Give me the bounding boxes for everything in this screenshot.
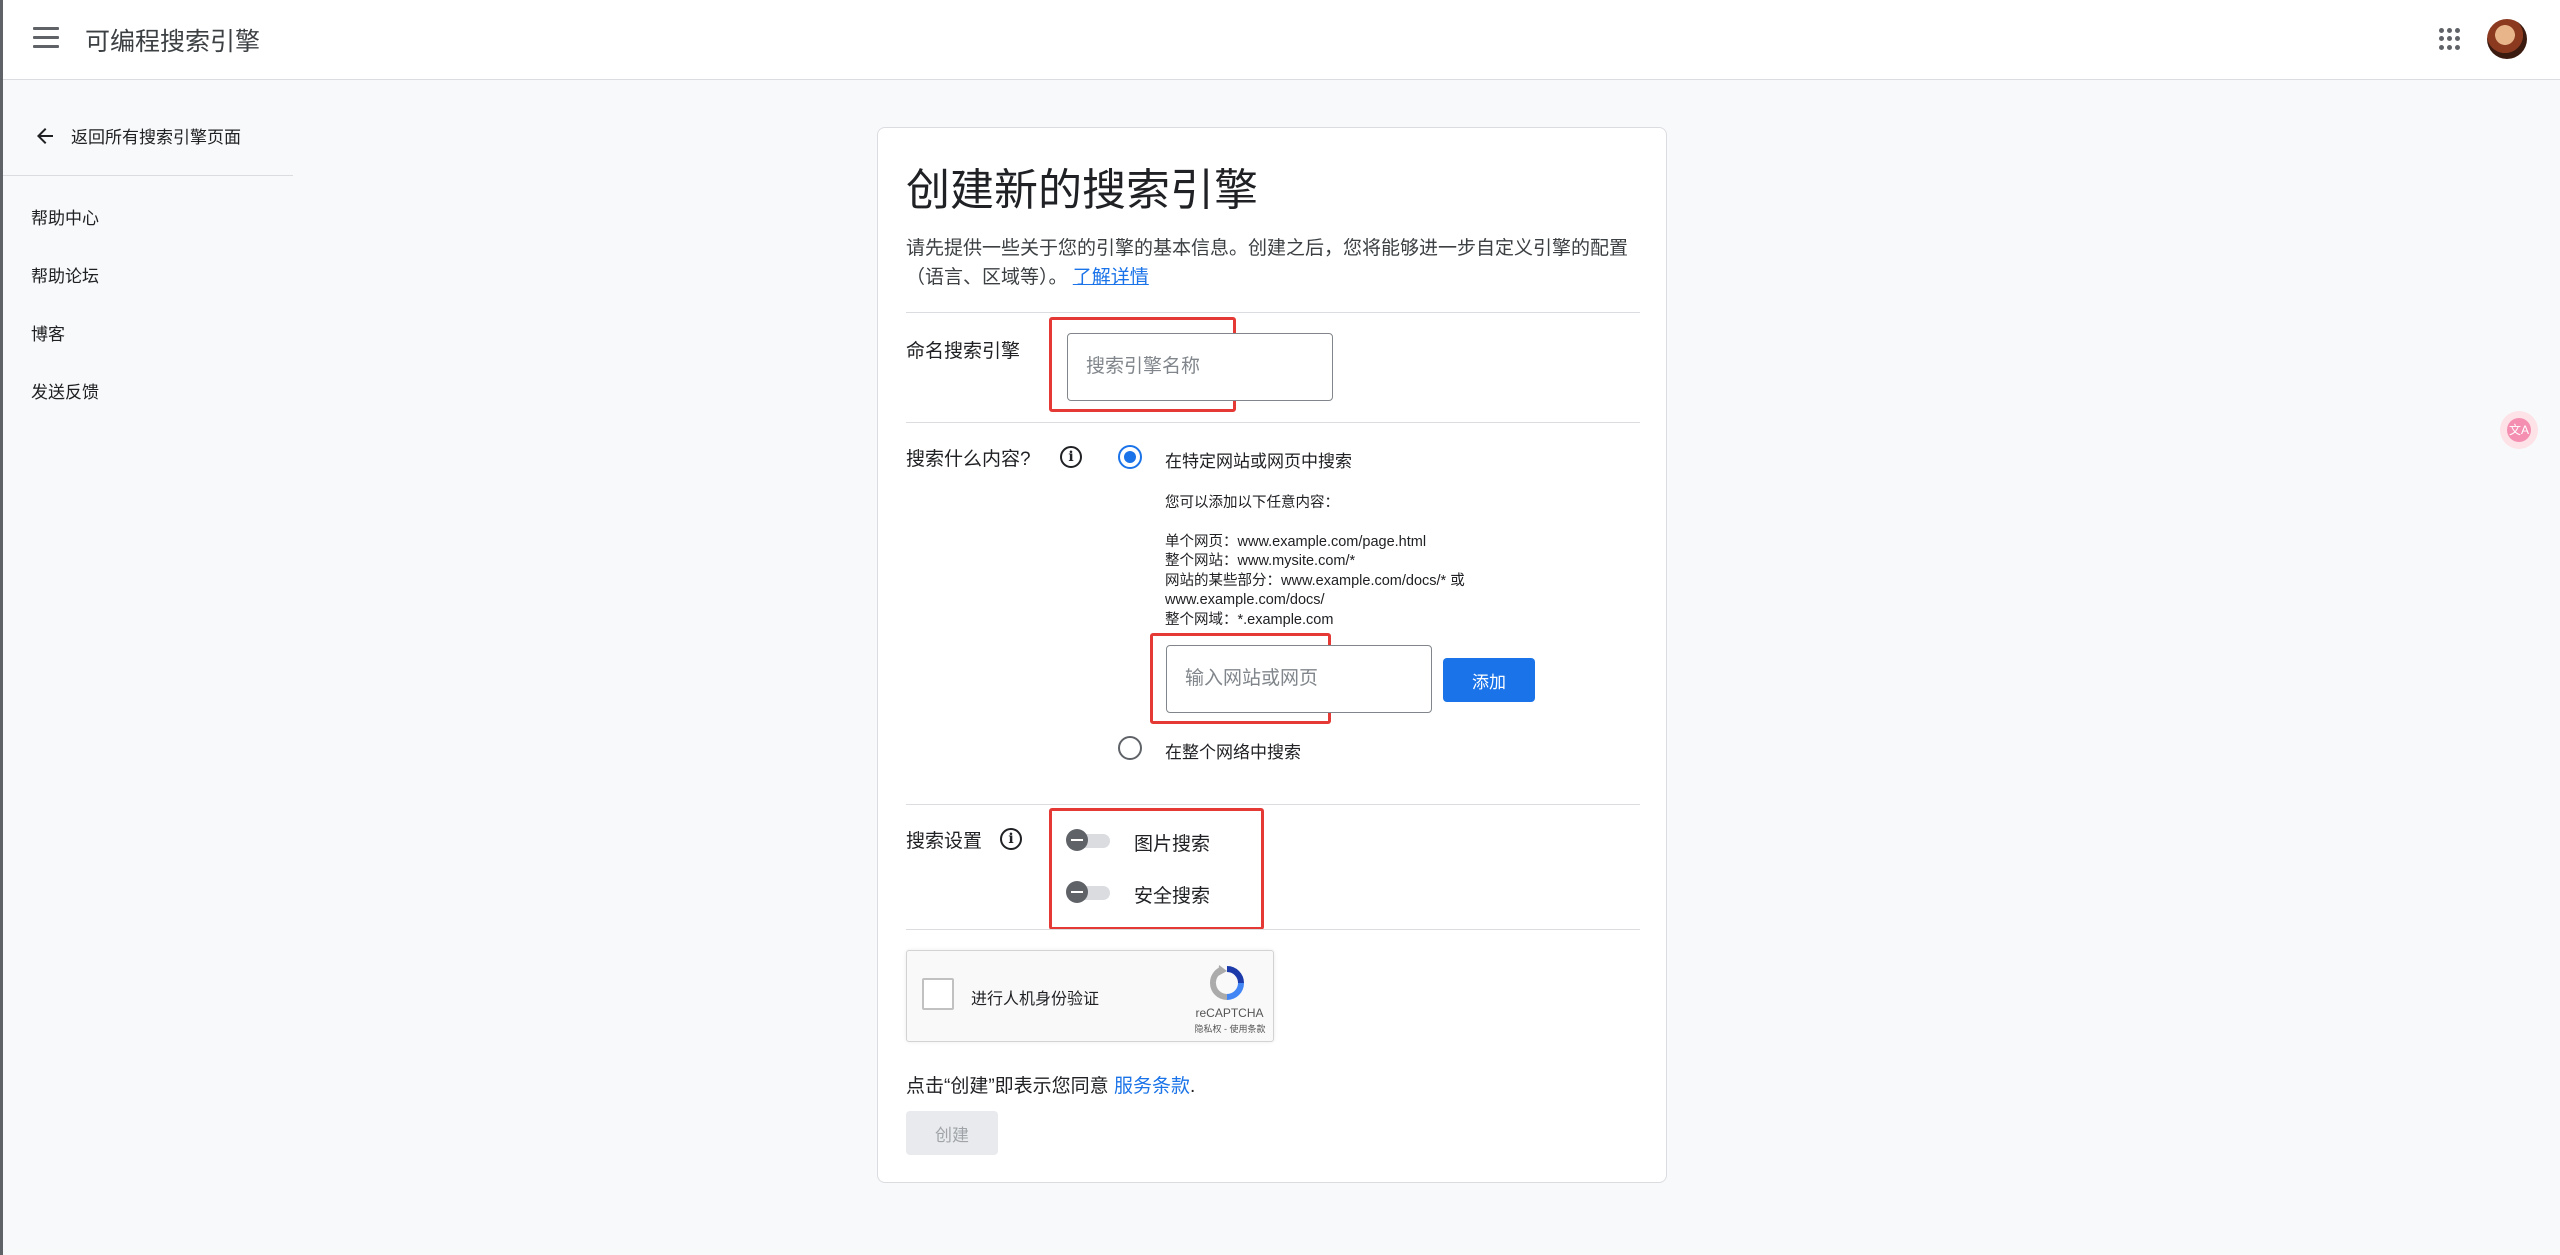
recaptcha-logo-icon — [1210, 965, 1244, 1000]
sidebar-divider — [3, 175, 293, 176]
highlight-box-settings — [1049, 808, 1264, 930]
create-button[interactable]: 创建 — [906, 1111, 998, 1155]
image-search-label: 图片搜索 — [1134, 834, 1211, 855]
radio-specific-sites[interactable] — [1118, 445, 1142, 469]
page-title: 创建新的搜索引擎 — [906, 166, 1258, 215]
hint-line: 单个网页：www.example.com/page.html — [1165, 534, 1427, 550]
recaptcha-checkbox[interactable] — [922, 978, 954, 1010]
apps-grid-icon[interactable] — [2439, 28, 2461, 50]
recaptcha-label: 进行人机身份验证 — [971, 991, 1100, 1008]
hint-line: 整个网域：*.example.com — [1165, 612, 1334, 628]
recaptcha-links[interactable]: 隐私权 - 使用条款 — [1185, 1022, 1275, 1035]
radio-entire-web-label[interactable]: 在整个网络中搜索 — [1165, 738, 1301, 763]
sidebar-item-blog[interactable]: 博客 — [31, 320, 65, 345]
safe-search-toggle[interactable] — [1066, 881, 1112, 903]
divider — [906, 312, 1640, 313]
add-site-button[interactable]: 添加 — [1443, 658, 1535, 702]
site-url-input[interactable] — [1166, 645, 1432, 713]
divider — [906, 422, 1640, 423]
back-to-all-engines-link[interactable]: 返回所有搜索引擎页面 — [33, 123, 241, 148]
hint-line: www.example.com/docs/ — [1165, 592, 1325, 608]
menu-icon[interactable] — [33, 27, 59, 49]
intro-text: 请先提供一些关于您的引擎的基本信息。创建之后，您将能够进一步自定义引擎的配置（语… — [906, 234, 1646, 292]
sidebar-item-help-center[interactable]: 帮助中心 — [31, 204, 99, 229]
what-to-search-label: 搜索什么内容? — [906, 449, 1031, 470]
terms-of-service-link[interactable]: 服务条款 — [1114, 1076, 1190, 1097]
window-edge — [0, 0, 3, 1255]
safe-search-label: 安全搜索 — [1134, 886, 1211, 907]
create-engine-card: 创建新的搜索引擎 请先提供一些关于您的引擎的基本信息。创建之后，您将能够进一步自… — [877, 127, 1667, 1183]
sidebar-item-feedback[interactable]: 发送反馈 — [31, 378, 99, 403]
recaptcha-brand: reCAPTCHA — [1195, 1006, 1264, 1020]
terms-suffix: . — [1189, 1076, 1196, 1097]
hint-title: 您可以添加以下任意内容： — [1165, 495, 1339, 511]
divider — [906, 804, 1640, 805]
terms-prefix: 点击“创建”即表示您同意 — [906, 1076, 1114, 1097]
radio-specific-sites-label[interactable]: 在特定网站或网页中搜索 — [1165, 447, 1352, 472]
name-engine-label: 命名搜索引擎 — [906, 341, 1021, 362]
hint-line: 网站的某些部分：www.example.com/docs/* 或 — [1165, 573, 1465, 589]
back-link-label: 返回所有搜索引擎页面 — [71, 128, 241, 147]
arrow-back-icon — [37, 127, 53, 144]
info-icon[interactable]: i — [1000, 828, 1022, 850]
recaptcha-widget: 进行人机身份验证 reCAPTCHA 隐私权 - 使用条款 — [906, 950, 1274, 1042]
translate-icon: 文A — [2507, 418, 2531, 442]
app-title: 可编程搜索引擎 — [85, 28, 261, 56]
top-app-bar: 可编程搜索引擎 — [3, 0, 2560, 80]
avatar[interactable] — [2487, 19, 2527, 59]
intro-description: 请先提供一些关于您的引擎的基本信息。创建之后，您将能够进一步自定义引擎的配置（语… — [906, 238, 1629, 288]
translate-extension-button[interactable]: 文A — [2500, 411, 2538, 449]
search-settings-label: 搜索设置 — [906, 831, 983, 852]
divider — [906, 929, 1640, 930]
radio-entire-web[interactable] — [1118, 736, 1142, 760]
hint-line: 整个网站：www.mysite.com/* — [1165, 553, 1356, 569]
info-icon[interactable]: i — [1060, 446, 1082, 468]
sidebar-item-help-forum[interactable]: 帮助论坛 — [31, 262, 99, 287]
terms-text: 点击“创建”即表示您同意 服务条款. — [906, 1071, 1195, 1098]
learn-more-link[interactable]: 了解详情 — [1073, 267, 1149, 288]
engine-name-input[interactable] — [1067, 333, 1333, 401]
image-search-toggle[interactable] — [1066, 829, 1112, 851]
